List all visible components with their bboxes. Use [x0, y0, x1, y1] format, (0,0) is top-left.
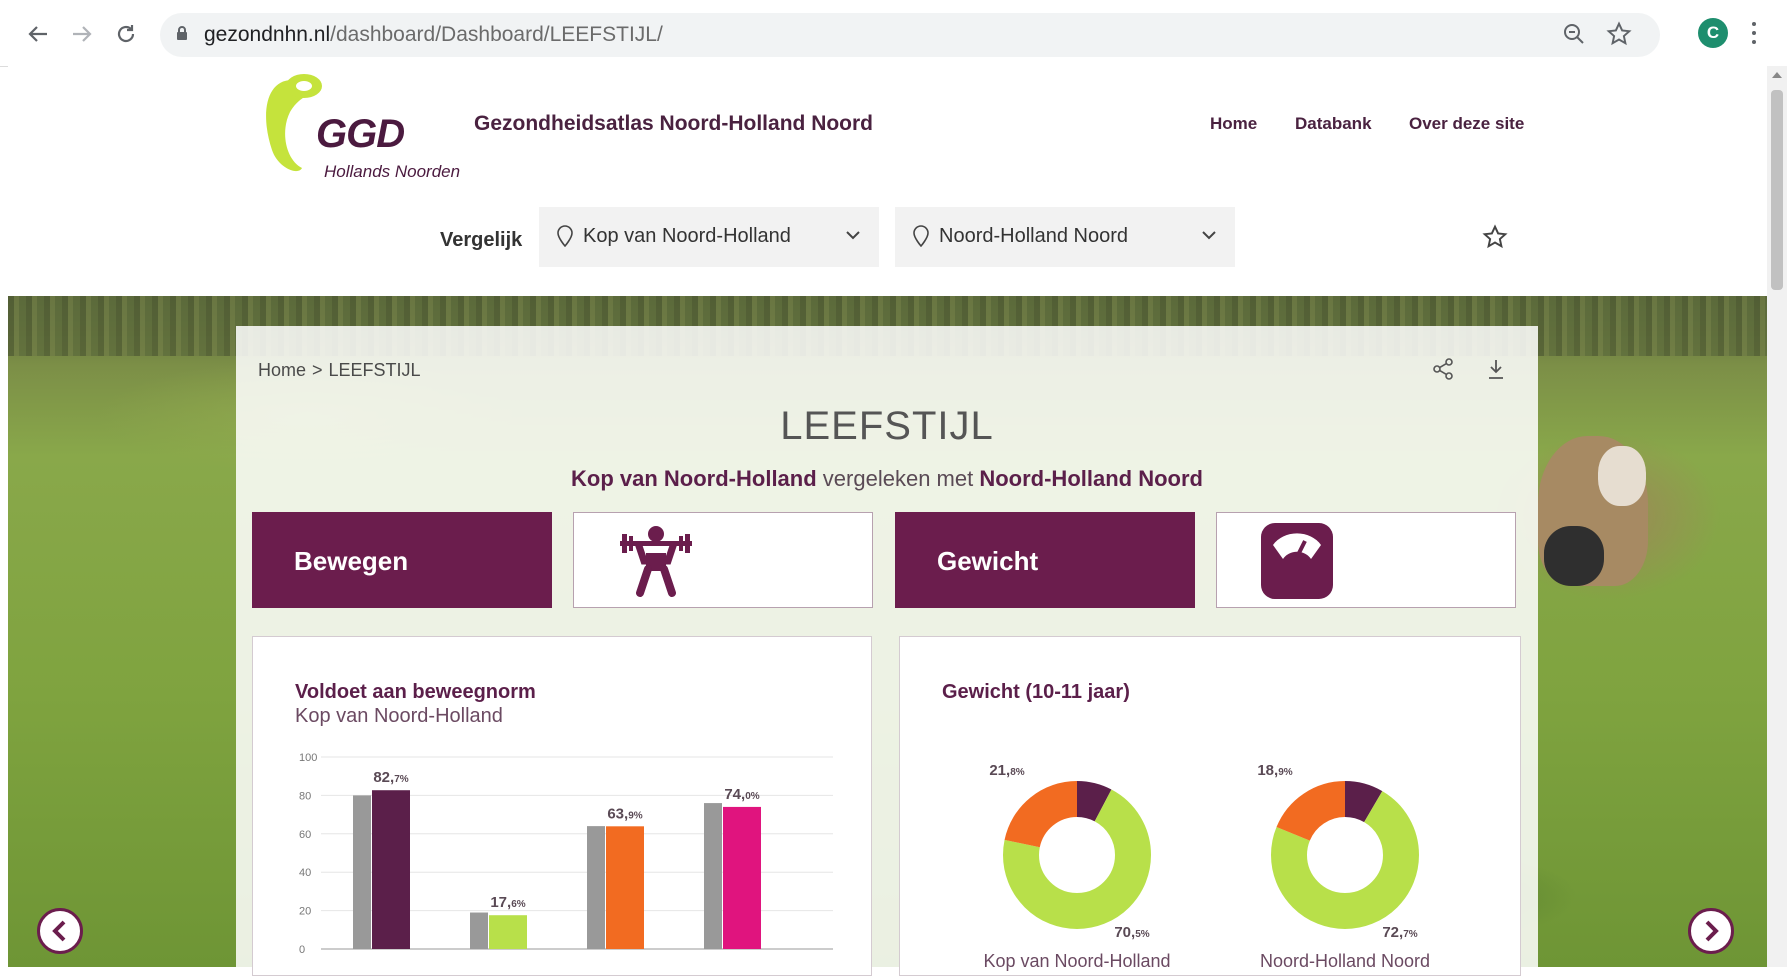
bar-compare [470, 912, 488, 949]
breadcrumb-separator: > [312, 360, 323, 380]
location-pin-icon [557, 225, 573, 247]
breadcrumb: Home > LEEFSTIJL [258, 360, 421, 381]
nav-databank-link[interactable]: Databank [1295, 114, 1372, 134]
region-a-value: Kop van Noord-Holland [583, 225, 791, 247]
logo-subtext: Hollands Noorden [324, 162, 461, 181]
profile-avatar[interactable]: C [1698, 18, 1728, 48]
tile-gewicht-label: Gewicht [937, 546, 1039, 576]
y-tick-label: 80 [299, 790, 311, 802]
reload-icon[interactable] [110, 18, 142, 50]
scroll-up-icon[interactable] [1772, 72, 1782, 78]
comparison-subtitle: Kop van Noord-Holland vergeleken met Noo… [571, 466, 1203, 491]
bar-data-label: 17,6% [490, 894, 525, 911]
lamb-decoration [1544, 526, 1604, 586]
zoom-icon[interactable] [1562, 22, 1586, 46]
bar-value [372, 790, 410, 949]
gewicht-donut-charts: 21,8% 70,5% Kop van Noord-Holland 18,9% 72,7… [983, 762, 1430, 971]
card-beweegnorm: Voldoet aan beweegnorm Kop van Noord-Hol… [252, 636, 872, 976]
region-a-select[interactable]: Kop van Noord-Holland [539, 207, 879, 267]
compare-label: Vergelijk [440, 229, 523, 251]
browser-menu-icon[interactable] [1750, 20, 1758, 46]
bar-data-label: 74,0% [724, 786, 759, 803]
location-pin-icon [913, 225, 929, 247]
chevron-down-icon [1202, 231, 1216, 240]
y-tick-label: 0 [299, 944, 305, 956]
carousel-prev-button[interactable] [37, 908, 83, 954]
logo-text: GGD [316, 112, 405, 156]
donut-chart [1003, 781, 1151, 929]
favorite-star-icon[interactable] [1482, 224, 1508, 250]
content-panel: Home > LEEFSTIJL LEEFSTIJL Kop van Noord-H… [236, 326, 1538, 976]
card-gewicht: Gewicht (10-11 jaar) 21,8% 70,5% Kop van N… [899, 636, 1521, 976]
site-header: GGD Hollands Noorden Gezondheidsatlas No… [8, 66, 1767, 296]
donut-name-label: Kop van Noord-Holland [983, 951, 1170, 971]
tile-bewegen[interactable]: Bewegen [252, 512, 552, 608]
bar-compare [353, 795, 371, 949]
y-tick-label: 100 [299, 752, 317, 764]
site-title[interactable]: Gezondheidsatlas Noord-Holland Noord [474, 112, 873, 136]
region-b-select[interactable]: Noord-Holland Noord [895, 207, 1235, 267]
y-tick-label: 60 [299, 829, 311, 841]
y-tick-label: 40 [299, 867, 311, 879]
nav-home-link[interactable]: Home [1210, 114, 1257, 134]
donut-data-label: 18,9% [1257, 762, 1292, 779]
ggd-logo[interactable]: GGD Hollands Noorden [258, 72, 468, 187]
chevron-down-icon [846, 231, 860, 240]
nav-over-deze-site-link[interactable]: Over deze site [1409, 114, 1524, 134]
download-icon[interactable] [1485, 358, 1507, 380]
page-title: LEEFSTIJL [780, 404, 994, 448]
breadcrumb-home-link[interactable]: Home [258, 360, 306, 380]
tile-gewicht-icon[interactable] [1216, 512, 1516, 608]
donut-data-label: 70,5% [1114, 924, 1149, 941]
chevron-left-icon [52, 920, 66, 942]
page-scrollbar[interactable] [1767, 66, 1787, 967]
tile-gewicht[interactable]: Gewicht [895, 512, 1195, 608]
y-tick-label: 20 [299, 906, 311, 918]
bar-value [723, 806, 761, 949]
tile-bewegen-label: Bewegen [294, 546, 409, 576]
donut-chart [1271, 781, 1419, 929]
region-b-value: Noord-Holland Noord [939, 225, 1128, 247]
donut-data-label: 21,8% [989, 762, 1024, 779]
bar-data-label: 63,9% [607, 805, 642, 822]
chevron-right-icon [1705, 920, 1719, 942]
bar-compare [587, 826, 605, 949]
breadcrumb-current: LEEFSTIJL [328, 360, 421, 380]
weighing-scale-icon [1261, 523, 1333, 599]
url-text[interactable]: gezondnhn.nl/dashboard/Dashboard/LEEFSTI… [204, 23, 663, 47]
address-bar[interactable]: gezondnhn.nl/dashboard/Dashboard/LEEFSTI… [160, 13, 1660, 57]
forward-icon[interactable] [66, 18, 98, 50]
bar-value [489, 915, 527, 949]
bar-data-label: 82,7% [373, 769, 408, 786]
sheep-head-decoration [1598, 446, 1646, 506]
beweegnorm-bar-chart: 0 20 40 60 80 100 82,7% 17,6% 63,9% 74,0% [299, 752, 833, 956]
share-icon[interactable] [1432, 358, 1454, 380]
bookmark-star-icon[interactable] [1606, 21, 1632, 47]
scrollbar-thumb[interactable] [1771, 90, 1783, 290]
donut-data-label: 72,7% [1382, 924, 1417, 941]
lock-icon [177, 26, 187, 40]
back-icon[interactable] [22, 18, 54, 50]
donut-name-label: Noord-Holland Noord [1260, 951, 1430, 971]
carousel-next-button[interactable] [1688, 908, 1734, 954]
weightlifter-icon [620, 526, 692, 597]
tile-bewegen-icon[interactable] [573, 512, 873, 608]
bar-value [606, 826, 644, 949]
browser-toolbar: gezondnhn.nl/dashboard/Dashboard/LEEFSTI… [0, 0, 1787, 67]
bar-compare [704, 803, 722, 949]
